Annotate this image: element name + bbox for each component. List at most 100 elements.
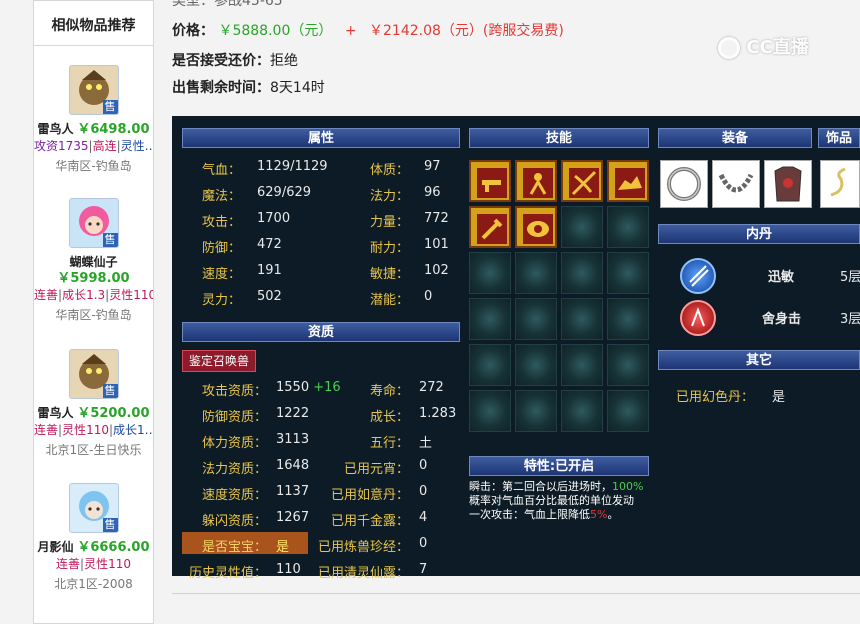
- skill-slot[interactable]: [515, 206, 557, 248]
- aptitude-value: 7: [419, 562, 428, 577]
- sacrifice-strike-icon: [691, 307, 705, 327]
- pet-detail-panel: 属性 技能 装备 饰品 气血： 1129/1129 体质： 97 魔法： 629…: [172, 116, 860, 581]
- pet-price: ￥5998.00: [57, 271, 130, 286]
- aptitude-label: 已用千金露：: [331, 514, 410, 529]
- pet-tag: 连善: [34, 423, 59, 437]
- other-value: 是: [772, 390, 786, 405]
- pet-region: 华南区-钓鱼岛: [55, 308, 132, 322]
- aptitude-label: 已用如意丹：: [331, 488, 410, 503]
- aptitude-value: 1267: [276, 510, 310, 525]
- section-header-neidan: 内丹: [658, 224, 860, 244]
- empty-skill-slot: [515, 344, 557, 386]
- aptitude-value: 0: [419, 536, 428, 551]
- neidan-item[interactable]: [680, 258, 716, 294]
- chain-necklace-icon: [718, 173, 754, 193]
- attr-value: 629/629: [257, 185, 312, 200]
- remaining-time-line: 出售剩余时间：8天14时: [172, 77, 325, 97]
- pet-tag: 灵性110: [62, 423, 109, 437]
- empty-skill-slot: [469, 344, 511, 386]
- empty-skill-slot: [469, 252, 511, 294]
- attr-label: 气血：: [202, 163, 242, 178]
- similar-item[interactable]: 售 雷鸟人 ￥5200.00 连善|灵性110|成长1… 北京1区-生日快乐: [34, 349, 153, 458]
- aptitude-value: 1137: [276, 484, 310, 499]
- aptitude-label: 已用清灵仙露：: [318, 566, 410, 581]
- pet-tag: 攻资1735: [34, 139, 89, 153]
- bargain-value: 拒绝: [270, 53, 298, 69]
- swift-icon: [689, 265, 709, 287]
- attr-value: 472: [257, 237, 282, 252]
- appraise-pet-button[interactable]: 鉴定召唤兽: [182, 350, 257, 372]
- attr-label: 防御：: [202, 241, 242, 256]
- pet-price: ￥5200.00: [77, 406, 150, 421]
- neidan-item[interactable]: [680, 300, 716, 336]
- attr-value: 101: [424, 237, 449, 252]
- attr-label: 魔法：: [202, 189, 242, 204]
- attr-value: 1700: [257, 211, 291, 226]
- empty-skill-slot: [561, 298, 603, 340]
- empty-skill-slot: [607, 298, 649, 340]
- pet-tag: 连善: [56, 557, 81, 571]
- aptitude-value: 1.283: [419, 406, 457, 421]
- aptitude-label: 是否宝宝：: [202, 540, 268, 555]
- aptitude-value: 0: [419, 458, 428, 473]
- pet-name: 蝴蝶仙子: [69, 255, 118, 269]
- skills-grid: [469, 160, 651, 442]
- skill-slot[interactable]: [469, 160, 511, 202]
- other-label: 已用幻色丹：: [676, 390, 755, 405]
- pet-price: ￥6498.00: [77, 122, 150, 137]
- empty-skill-slot: [469, 298, 511, 340]
- price-line: 价格： ￥5888.00（元） + ￥2142.08（元）(跨服交易费): [172, 20, 564, 40]
- attr-value: 502: [257, 289, 282, 304]
- trait-description: 瞬击：第二回合以后进场时，100% 概率对气血百分比最低的单位发动 一次攻击：气…: [469, 480, 644, 521]
- equipment-slot[interactable]: [660, 160, 708, 208]
- empty-skill-slot: [607, 206, 649, 248]
- pet-avatar[interactable]: 售: [68, 483, 119, 533]
- skill-slot[interactable]: [607, 160, 649, 202]
- pet-tag: 灵性110: [109, 288, 153, 302]
- attr-value: 97: [424, 159, 441, 174]
- equipment-slot[interactable]: [712, 160, 760, 208]
- skill-figure-icon: [523, 168, 553, 198]
- aptitude-value: 272: [419, 380, 444, 395]
- aptitude-label: 历史灵性值：: [189, 566, 268, 581]
- empty-skill-slot: [607, 252, 649, 294]
- aptitude-label: 速度资质：: [202, 488, 268, 503]
- accessory-slot[interactable]: [820, 160, 860, 208]
- section-header-accessory: 饰品: [818, 128, 860, 148]
- aptitude-label: 体力资质：: [202, 436, 268, 451]
- empty-skill-slot: [515, 252, 557, 294]
- accessory-ornament-icon: [830, 167, 846, 197]
- similar-item[interactable]: 售 月影仙 ￥6666.00 连善|灵性110 北京1区-2008: [34, 483, 153, 592]
- neidan-name: 舍身击: [762, 312, 802, 327]
- skill-crossbow-icon: [569, 168, 599, 198]
- skill-slot[interactable]: [469, 206, 511, 248]
- aptitude-value: 1648: [276, 458, 310, 473]
- aptitude-label: 法力资质：: [202, 462, 268, 477]
- empty-skill-slot: [607, 344, 649, 386]
- section-header-skills: 技能: [469, 128, 649, 148]
- attr-label: 潜能：: [370, 293, 410, 308]
- neidan-name: 迅敏: [768, 270, 795, 285]
- armor-icon: [774, 166, 802, 202]
- attr-value: 102: [424, 263, 449, 278]
- pet-region: 华南区-钓鱼岛: [55, 159, 132, 173]
- section-header-trait: 特性:已开启: [469, 456, 649, 476]
- bargain-label: 是否接受还价：: [172, 53, 270, 69]
- pet-avatar[interactable]: 售: [68, 349, 119, 399]
- pet-avatar[interactable]: 售: [68, 65, 119, 115]
- divider: [172, 593, 860, 594]
- sell-tag: 售: [102, 518, 118, 532]
- attr-label: 体质：: [370, 163, 410, 178]
- similar-item[interactable]: 售 蝴蝶仙子 ￥5998.00 连善|成长1.3|灵性110 华南区-钓鱼岛: [34, 198, 153, 323]
- skill-beast-icon: [615, 168, 645, 198]
- similar-item[interactable]: 售 雷鸟人 ￥6498.00 攻资1735|高连|灵性… 华南区-钓鱼岛: [34, 65, 153, 174]
- equipment-slot[interactable]: [764, 160, 812, 208]
- remaining-label: 出售剩余时间：: [172, 80, 270, 96]
- pet-avatar[interactable]: 售: [68, 198, 119, 248]
- skill-slot[interactable]: [561, 160, 603, 202]
- empty-skill-slot: [469, 390, 511, 432]
- skill-slot[interactable]: [515, 160, 557, 202]
- skill-sword-icon: [477, 214, 507, 244]
- logo-icon: [718, 37, 740, 59]
- attr-label: 敏捷：: [370, 267, 410, 282]
